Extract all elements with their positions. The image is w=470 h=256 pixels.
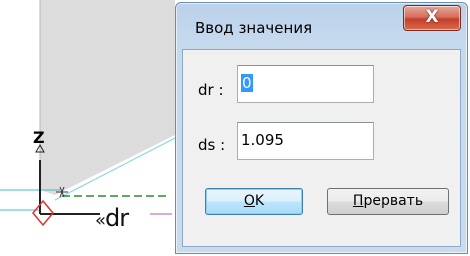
cancel-label: рервать [363, 193, 424, 209]
x-axis-label: «dr [95, 204, 129, 232]
ok-label: K [254, 193, 265, 209]
ds-value: 1.095 [241, 131, 284, 149]
ds-input[interactable]: 1.095 [237, 122, 374, 160]
ok-mnemonic: O [243, 193, 255, 209]
close-icon: X [425, 7, 439, 27]
gray-plane-shape [40, 0, 175, 195]
z-axis-label: Z [33, 128, 45, 147]
dr-label: dr : [198, 81, 224, 99]
x-axis-prefix: « [95, 210, 106, 231]
title-bar[interactable]: Ввод значения X [176, 3, 467, 49]
value-input-dialog: Ввод значения X dr : 0 ds : 1.095 OK Пре… [175, 2, 468, 254]
cancel-mnemonic: П [352, 193, 364, 209]
dr-value: 0 [241, 74, 253, 92]
ds-label: ds : [198, 136, 226, 154]
dialog-client-area: dr : 0 ds : 1.095 OK Прервать [182, 49, 461, 247]
x-axis-text: dr [105, 204, 129, 232]
dialog-title: Ввод значения [195, 19, 313, 37]
ok-button[interactable]: OK [205, 188, 303, 215]
cancel-button[interactable]: Прервать [327, 188, 449, 215]
dr-input[interactable]: 0 [237, 65, 374, 103]
close-button[interactable]: X [403, 5, 461, 31]
